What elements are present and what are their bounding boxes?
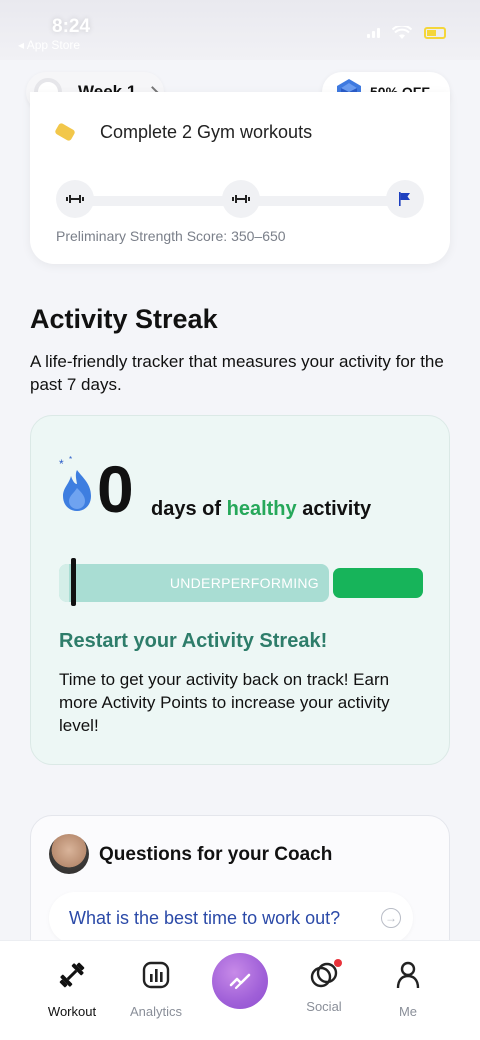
status-time: 8:24 xyxy=(52,16,91,37)
streak-body: Time to get your activity back on track!… xyxy=(59,670,390,735)
tab-social[interactable]: Social xyxy=(284,959,364,1014)
dumbbell-task-icon xyxy=(54,122,76,142)
tab-workout[interactable]: Workout xyxy=(32,959,112,1019)
finish-flag-icon xyxy=(386,180,424,218)
section-title: Activity Streak xyxy=(30,304,218,334)
activity-level-label: UNDERPERFORMING xyxy=(169,575,319,591)
gym-goal-card[interactable]: Complete 2 Gym workouts Preliminary Stre… xyxy=(30,92,450,264)
signal-icon xyxy=(367,28,380,38)
streak-caption: days of healthy activity xyxy=(151,498,371,521)
streak-of-word: of xyxy=(202,498,222,520)
streak-heading: Restart your Activity Streak! xyxy=(59,630,328,652)
chart-icon xyxy=(142,961,170,989)
activity-level-marker xyxy=(71,558,76,606)
tab-analytics[interactable]: Analytics xyxy=(116,959,196,1019)
svg-text:*: * xyxy=(69,456,72,464)
trend-icon xyxy=(229,973,251,990)
streak-days-value: 0 xyxy=(97,452,134,526)
tab-social-label: Social xyxy=(306,999,342,1014)
tab-me[interactable]: Me xyxy=(368,959,448,1019)
back-to-app-store-link[interactable]: ◂ App Store xyxy=(18,38,80,52)
svg-text:*: * xyxy=(59,457,64,471)
dumbbell-icon xyxy=(59,962,85,988)
gym-task-label: Complete 2 Gym workouts xyxy=(100,122,313,142)
status-icons xyxy=(367,26,446,40)
frozen-flame-icon: * * xyxy=(59,456,91,511)
activity-level-healthy-segment xyxy=(333,568,423,598)
milestone-dumbbell-icon xyxy=(56,180,94,218)
tab-bar: Workout Analytics Social Me xyxy=(0,940,480,1040)
coach-question-text: What is the best time to work out? xyxy=(69,907,341,928)
section-description: A life-friendly tracker that measures yo… xyxy=(30,352,444,394)
arrow-right-circle-icon: → xyxy=(381,908,401,928)
ai-coach-button[interactable] xyxy=(212,953,268,1009)
coach-title: Questions for your Coach xyxy=(99,844,333,865)
coach-avatar xyxy=(49,834,89,874)
person-icon xyxy=(396,961,420,989)
status-bar: 8:24 ◂ App Store xyxy=(0,0,480,60)
activity-level-bar: UNDERPERFORMING xyxy=(59,564,329,602)
strength-score-label: Preliminary Strength Score: 350–650 xyxy=(56,228,286,244)
notification-dot xyxy=(334,959,342,967)
streak-healthy-word: healthy xyxy=(226,498,297,520)
battery-icon xyxy=(424,27,446,39)
milestone-dumbbell-icon xyxy=(222,180,260,218)
streak-days-word: days xyxy=(151,498,197,520)
coach-question-button[interactable]: What is the best time to work out? → xyxy=(49,892,413,944)
wifi-icon xyxy=(392,26,412,39)
tab-workout-label: Workout xyxy=(47,1004,97,1019)
activity-streak-card[interactable]: * * 0 days of healthy activity UNDERPERF… xyxy=(30,415,450,765)
activity-level-start-segment xyxy=(59,564,69,602)
tab-me-label: Me xyxy=(398,1004,418,1019)
streak-activity-word: activity xyxy=(302,498,372,520)
tab-analytics-label: Analytics xyxy=(129,1004,183,1019)
